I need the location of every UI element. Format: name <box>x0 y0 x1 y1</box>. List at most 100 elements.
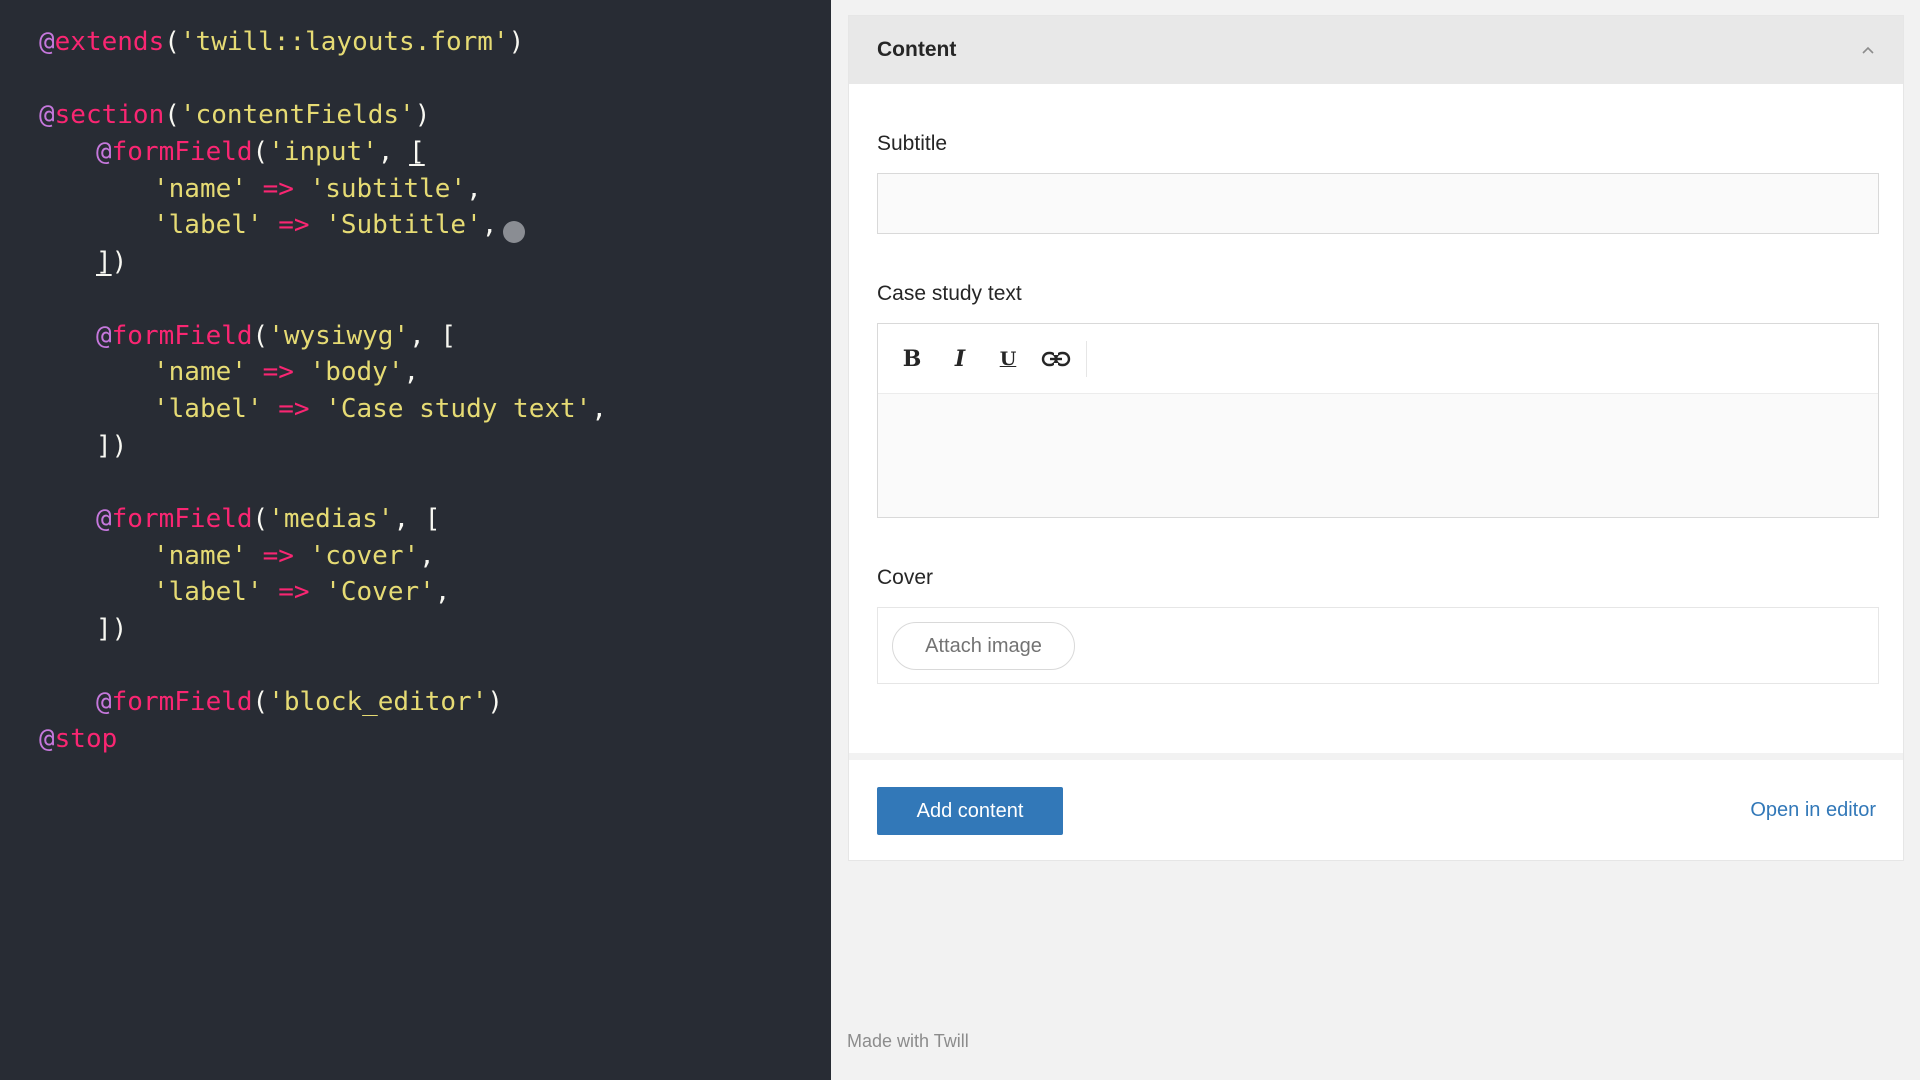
attach-image-button[interactable]: Attach image <box>892 622 1075 670</box>
code-token: extends <box>54 27 165 57</box>
code-token: 'label' <box>153 577 263 608</box>
code-token: ]) <box>96 614 128 644</box>
code-lines: @extends('twill::layouts.form') @section(… <box>39 24 831 758</box>
code-token: , <box>591 393 607 424</box>
code-token: , <box>481 210 498 241</box>
code-token: 'name' <box>153 540 247 571</box>
card-header[interactable]: Content <box>849 16 1903 84</box>
case-study-text-label: Case study text <box>877 282 1022 305</box>
code-token: , <box>419 540 435 571</box>
code-token: , [ <box>393 503 441 534</box>
code-token: 'Cover' <box>325 577 435 608</box>
card-title: Content <box>877 38 957 61</box>
form-preview: Content Subtitle Case study text B I U C… <box>831 0 1920 1080</box>
code-token: => <box>262 357 294 388</box>
link-icon <box>1041 350 1071 367</box>
code-line: 'name' => 'subtitle', <box>39 171 831 208</box>
code-line: @extends('twill::layouts.form') <box>39 24 831 61</box>
subtitle-input[interactable] <box>877 173 1879 234</box>
wysiwyg-toolbar: B I U <box>878 324 1878 394</box>
link-button[interactable] <box>1032 335 1080 383</box>
code-token: 'twill::layouts.form' <box>179 27 509 57</box>
code-editor[interactable]: @extends('twill::layouts.form') @section(… <box>0 0 831 1080</box>
code-token: ) <box>414 100 431 131</box>
code-token: section <box>54 100 165 131</box>
bold-button[interactable]: B <box>888 335 936 383</box>
code-token: @ <box>96 687 112 718</box>
chevron-up-icon[interactable] <box>1861 43 1875 57</box>
code-token: 'name' <box>153 357 247 388</box>
code-token: , <box>466 173 482 204</box>
code-token: ) <box>508 27 525 57</box>
code-token: => <box>262 173 294 204</box>
cover-label: Cover <box>877 566 934 589</box>
underline-button[interactable]: U <box>984 335 1032 383</box>
code-token: 'name' <box>153 173 247 204</box>
italic-button[interactable]: I <box>936 335 984 383</box>
wysiwyg-text-area[interactable] <box>878 394 1878 518</box>
code-token: @ <box>96 320 112 351</box>
code-token: 'subtitle' <box>309 173 467 204</box>
code-token: 'label' <box>153 393 263 424</box>
code-token: 'cover' <box>309 540 420 571</box>
cover-media-field: Attach image <box>877 607 1879 684</box>
toolbar-separator <box>1086 340 1087 377</box>
code-token: ]) <box>96 430 128 461</box>
code-token: ( <box>164 100 180 131</box>
footer-credit: Made with Twill <box>847 1031 969 1051</box>
code-line: ]) <box>39 611 831 648</box>
code-token: => <box>278 393 310 424</box>
code-token: 'block_editor' <box>268 687 488 718</box>
code-token: , [ <box>409 320 457 351</box>
mouse-cursor-indicator <box>503 221 525 243</box>
code-token: stop <box>54 724 118 755</box>
code-token: , <box>377 137 410 168</box>
code-token: @ <box>39 724 55 755</box>
content-card: Content Subtitle Case study text B I U C… <box>848 15 1904 861</box>
code-token: @ <box>96 503 112 534</box>
code-line: @stop <box>39 721 831 758</box>
code-token: => <box>278 577 310 608</box>
code-token: 'Subtitle' <box>325 210 482 241</box>
wysiwyg-editor: B I U <box>877 323 1879 518</box>
code-token: => <box>262 540 294 571</box>
code-token: , <box>403 357 420 388</box>
code-token: 'label' <box>153 210 263 241</box>
code-token: formField <box>111 503 253 534</box>
code-line: @section('contentFields') <box>39 97 831 134</box>
code-token: formField <box>111 137 253 168</box>
subtitle-label: Subtitle <box>877 132 948 155</box>
code-token: @ <box>39 100 55 131</box>
code-token: 'wysiwyg' <box>268 320 410 351</box>
code-token: ( <box>252 503 269 534</box>
code-token: => <box>278 210 310 241</box>
code-token: ) <box>487 687 504 718</box>
code-token: [ <box>409 137 425 168</box>
code-token: 'Case study text' <box>325 393 592 424</box>
code-token: ( <box>164 27 180 57</box>
code-token: ) <box>111 247 128 278</box>
code-line: 'label' => 'Subtitle', <box>39 207 831 244</box>
card-divider <box>849 753 1903 760</box>
code-token: 'medias' <box>268 503 394 534</box>
code-token: 'input' <box>268 137 378 168</box>
add-content-button[interactable]: Add content <box>877 787 1063 835</box>
code-line: @formField('wysiwyg', [ <box>39 318 831 355</box>
open-in-editor-link[interactable]: Open in editor <box>1750 799 1876 822</box>
code-line: ]) <box>39 428 831 465</box>
code-token: ( <box>252 137 269 168</box>
